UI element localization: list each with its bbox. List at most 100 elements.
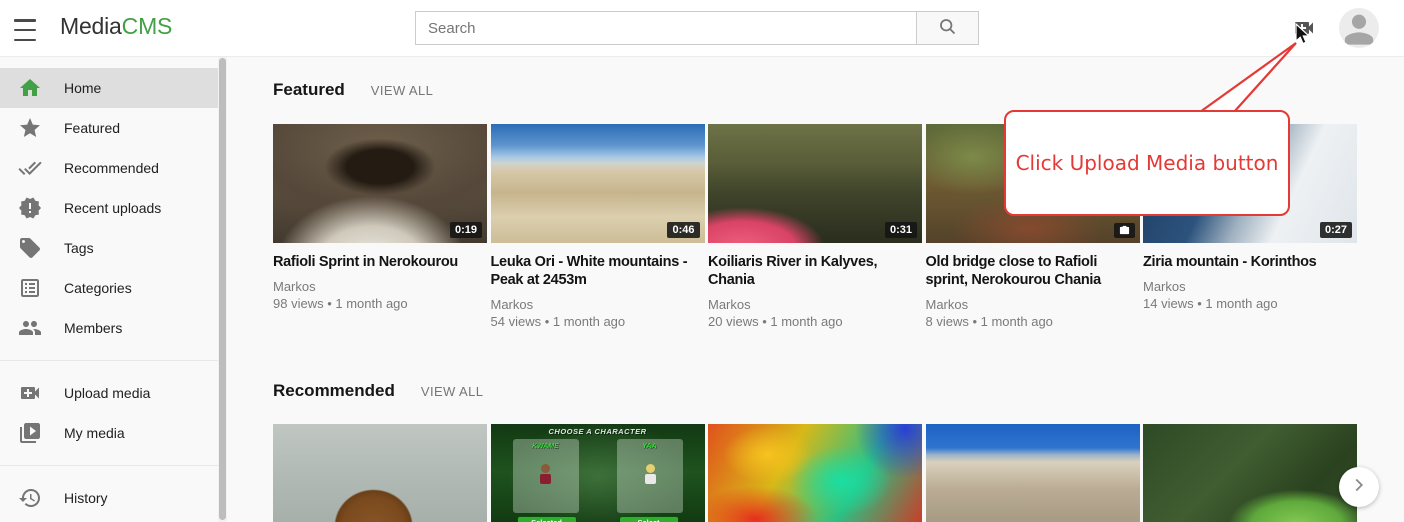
game-character-name: YAA	[617, 443, 683, 450]
media-meta: 20 views • 1 month ago	[708, 313, 922, 330]
sidebar-item-history[interactable]: History	[0, 478, 218, 518]
media-author[interactable]: Markos	[926, 296, 1140, 313]
sidebar-scrollbar-track[interactable]	[218, 56, 227, 522]
media-title[interactable]: Leuka Ori - White mountains - Peak at 24…	[491, 253, 705, 289]
sidebar-item-upload-media[interactable]: Upload media	[0, 373, 218, 413]
categories-icon	[18, 276, 42, 300]
sidebar-divider	[0, 360, 218, 361]
sidebar-item-label: Home	[64, 80, 101, 96]
media-title[interactable]: Ziria mountain - Korinthos	[1143, 253, 1357, 271]
duration-badge: 0:31	[885, 222, 917, 238]
annotation-text: Click Upload Media button	[1016, 151, 1279, 175]
upload-media-header-icon[interactable]	[1291, 16, 1317, 40]
view-all-recommended-link[interactable]: VIEW ALL	[421, 384, 483, 399]
media-title[interactable]: Rafioli Sprint in Nerokourou	[273, 253, 487, 271]
camera-badge-icon	[1114, 223, 1135, 238]
sidebar-item-recent-uploads[interactable]: Recent uploads	[0, 188, 218, 228]
media-card: 0:19 Rafioli Sprint in Nerokourou Markos98…	[273, 124, 487, 330]
sidebar-item-label: Featured	[64, 120, 120, 136]
media-thumbnail-waterfall-arch[interactable]: 0:19	[273, 124, 487, 243]
media-card: 0:31 Koiliaris River in Kalyves, Chania Ma…	[708, 124, 922, 330]
star-icon	[18, 116, 42, 140]
media-card	[926, 424, 1140, 522]
search-bar	[415, 11, 979, 45]
mediacms-page: Home Featured Recommended Recent uploads…	[0, 0, 1404, 522]
sidebar-item-my-media[interactable]: My media	[0, 413, 218, 453]
media-thumbnail-desert-mountains[interactable]: 0:46	[491, 124, 705, 243]
media-thumbnail-green-leaves[interactable]	[1143, 424, 1357, 522]
sidebar-item-label: Tags	[64, 240, 94, 256]
search-icon	[937, 16, 958, 40]
recommended-row: CHOOSE A CHARACTER KWAME YAA Selected Select	[273, 424, 1357, 522]
double-check-icon	[18, 156, 42, 180]
duration-badge: 0:46	[667, 222, 699, 238]
home-icon	[18, 76, 42, 100]
view-all-featured-link[interactable]: VIEW ALL	[371, 83, 433, 98]
sidebar-item-label: Members	[64, 320, 122, 336]
avatar[interactable]	[1339, 8, 1379, 48]
sidebar-item-categories[interactable]: Categories	[0, 268, 218, 308]
members-icon	[18, 316, 42, 340]
carousel-next-button[interactable]	[1339, 467, 1379, 507]
game-heading-text: CHOOSE A CHARACTER	[491, 427, 705, 436]
sidebar-item-recommended[interactable]: Recommended	[0, 148, 218, 188]
media-meta: 8 views • 1 month ago	[926, 313, 1140, 330]
my-media-icon	[18, 421, 42, 445]
media-thumbnail-kayak-river[interactable]: 0:31	[708, 124, 922, 243]
media-title[interactable]: Koiliaris River in Kalyves, Chania	[708, 253, 922, 289]
media-card	[708, 424, 922, 522]
recommended-section-header: Recommended VIEW ALL	[273, 381, 483, 401]
media-card: CHOOSE A CHARACTER KWAME YAA Selected Select	[491, 424, 705, 522]
media-meta: 98 views • 1 month ago	[273, 295, 487, 312]
new-releases-icon	[18, 196, 42, 220]
game-character-sprite	[644, 464, 657, 490]
media-card	[273, 424, 487, 522]
logo[interactable]: MediaCMS	[60, 13, 172, 40]
media-card	[1143, 424, 1357, 522]
media-thumbnail-pumpkin-drawing[interactable]	[273, 424, 487, 522]
sidebar-item-home[interactable]: Home	[0, 68, 218, 108]
sidebar-item-label: Upload media	[64, 385, 150, 401]
logo-media: Media	[60, 13, 122, 39]
sidebar-divider	[0, 465, 218, 466]
game-selected-button: Selected	[517, 516, 577, 522]
sidebar-item-label: Recent uploads	[64, 200, 161, 216]
media-author[interactable]: Markos	[491, 296, 705, 313]
sidebar-item-members[interactable]: Members	[0, 308, 218, 348]
menu-icon[interactable]	[14, 17, 40, 43]
duration-badge: 0:27	[1320, 222, 1352, 238]
sidebar-item-tags[interactable]: Tags	[0, 228, 218, 268]
media-meta: 14 views • 1 month ago	[1143, 295, 1357, 312]
media-card: 0:46 Leuka Ori - White mountains - Peak a…	[491, 124, 705, 330]
chevron-right-icon	[1348, 474, 1370, 501]
section-title-recommended: Recommended	[273, 381, 395, 401]
media-thumbnail-colorful-abstract[interactable]	[708, 424, 922, 522]
sidebar-scrollbar-thumb[interactable]	[219, 58, 226, 520]
sidebar-item-label: Recommended	[64, 160, 159, 176]
game-character-name: KWAME	[513, 443, 579, 450]
media-meta: 54 views • 1 month ago	[491, 313, 705, 330]
game-select-button: Select	[619, 516, 679, 522]
duration-badge: 0:19	[450, 222, 482, 238]
annotation-callout: Click Upload Media button	[1004, 110, 1290, 216]
media-author[interactable]: Markos	[1143, 278, 1357, 295]
game-character-sprite	[539, 464, 552, 490]
sidebar: Home Featured Recommended Recent uploads…	[0, 56, 218, 522]
sidebar-item-featured[interactable]: Featured	[0, 108, 218, 148]
section-title-featured: Featured	[273, 80, 345, 100]
media-thumbnail-game-character-select[interactable]: CHOOSE A CHARACTER KWAME YAA Selected Select	[491, 424, 705, 522]
sidebar-item-label: My media	[64, 425, 125, 441]
featured-section-header: Featured VIEW ALL	[273, 80, 433, 100]
sidebar-item-label: Categories	[64, 280, 132, 296]
media-author[interactable]: Markos	[273, 278, 487, 295]
sidebar-item-label: History	[64, 490, 108, 506]
history-icon	[18, 486, 42, 510]
upload-media-icon	[18, 381, 42, 405]
media-author[interactable]: Markos	[708, 296, 922, 313]
logo-cms: CMS	[122, 13, 173, 39]
media-thumbnail-rocky-mountain[interactable]	[926, 424, 1140, 522]
tag-icon	[18, 236, 42, 260]
search-input[interactable]	[415, 11, 917, 45]
media-title[interactable]: Old bridge close to Rafioli sprint, Nero…	[926, 253, 1140, 289]
search-button[interactable]	[916, 11, 979, 45]
